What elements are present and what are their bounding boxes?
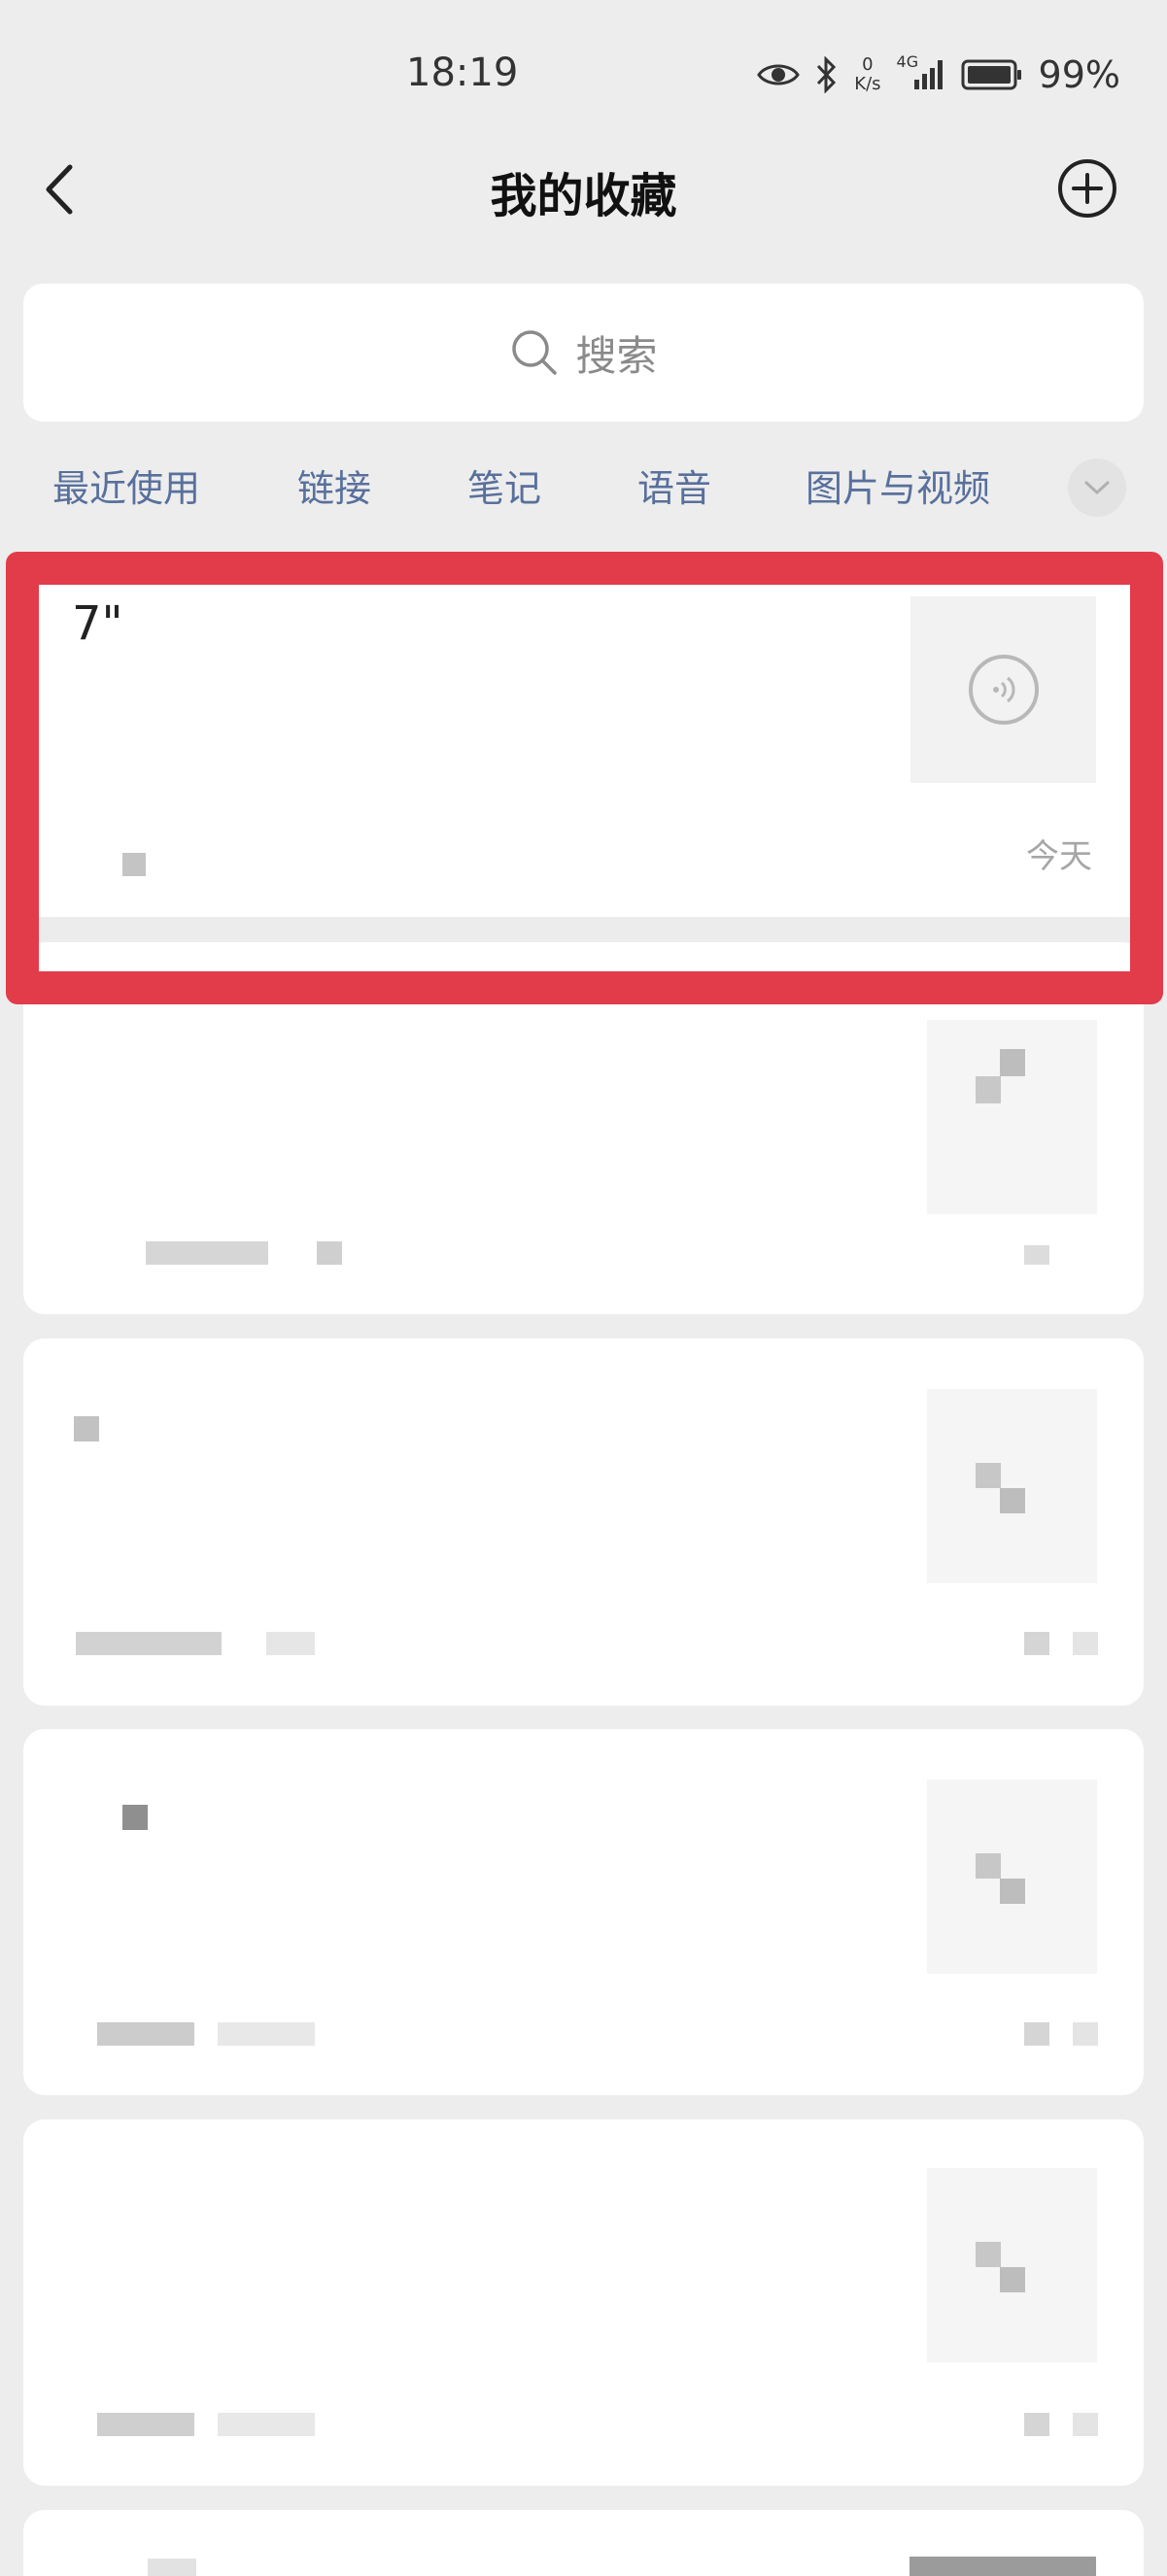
- item-meta: [76, 1632, 222, 1655]
- signal-icon: [913, 60, 943, 89]
- bluetooth-icon: [817, 56, 837, 93]
- page-title: 我的收藏: [490, 169, 677, 223]
- item-title: 7": [72, 596, 123, 651]
- favorite-item[interactable]: [23, 2119, 1144, 2486]
- item-source-tag: [122, 853, 146, 876]
- sound-wave-icon: [992, 676, 1014, 703]
- search-placeholder: 搜索: [575, 331, 658, 380]
- tab-voice[interactable]: 语音: [637, 458, 711, 512]
- item-date: [1024, 1632, 1049, 1655]
- chevron-down-icon: [1084, 481, 1110, 495]
- item-date: [1024, 2022, 1049, 2046]
- tab-recent[interactable]: 最近使用: [52, 458, 200, 512]
- item-thumbnail: [927, 1020, 1097, 1214]
- item-date: [1024, 1245, 1049, 1265]
- tab-images-videos[interactable]: 图片与视频: [806, 458, 990, 512]
- favorite-item[interactable]: [23, 2510, 1144, 2576]
- expand-tabs-button[interactable]: [1068, 458, 1126, 517]
- signal-4g: 4G: [897, 52, 945, 91]
- filter-tabs: 最近使用 链接 笔记 语音 图片与视频: [0, 447, 1167, 525]
- favorite-item[interactable]: [23, 942, 1144, 1314]
- status-time: 18:19: [406, 51, 519, 95]
- search-icon: [512, 330, 558, 375]
- item-meta: [218, 2022, 315, 2046]
- item-thumbnail: [927, 1389, 1097, 1583]
- search-input[interactable]: 搜索: [23, 284, 1144, 422]
- item-meta: [97, 2022, 194, 2046]
- favorite-item[interactable]: [23, 1729, 1144, 2095]
- favorites-page: 18:19 0 K/s 4G 99% 我的收藏 搜索 最近使用 链接 笔记 语音…: [0, 0, 1167, 2576]
- item-thumbnail: [927, 1779, 1097, 1974]
- item-date: 今天: [1026, 837, 1092, 876]
- network-speed: 0 K/s: [854, 55, 880, 94]
- network-speed-unit: K/s: [854, 74, 881, 94]
- item-date: [1024, 2413, 1049, 2436]
- tab-notes[interactable]: 笔记: [467, 458, 541, 512]
- item-meta: [218, 2413, 315, 2436]
- tab-links[interactable]: 链接: [297, 458, 371, 512]
- item-title-pixel: [122, 1805, 148, 1830]
- status-icons: 0 K/s 4G 99%: [757, 52, 1120, 96]
- item-meta: [146, 1241, 268, 1265]
- add-circle-icon[interactable]: [1056, 157, 1118, 220]
- item-date: [1073, 1632, 1098, 1655]
- item-date: [1073, 2022, 1098, 2046]
- item-thumbnail: [910, 596, 1096, 783]
- card-divider: [39, 917, 1135, 940]
- battery-icon: [961, 59, 1021, 90]
- item-meta: [97, 2413, 194, 2436]
- item-meta: [317, 1241, 342, 1265]
- item-title-pixel: [74, 1416, 99, 1441]
- battery-percent: 99%: [1038, 53, 1120, 96]
- voice-icon: [968, 655, 1039, 725]
- item-thumbnail: [927, 2168, 1097, 2362]
- eye-icon: [757, 64, 801, 85]
- item-date: [1073, 2413, 1098, 2436]
- favorite-item[interactable]: [23, 1339, 1144, 1706]
- item-meta: [266, 1632, 315, 1655]
- network-speed-value: 0: [862, 54, 874, 75]
- status-bar: 18:19 0 K/s 4G 99%: [0, 0, 1167, 146]
